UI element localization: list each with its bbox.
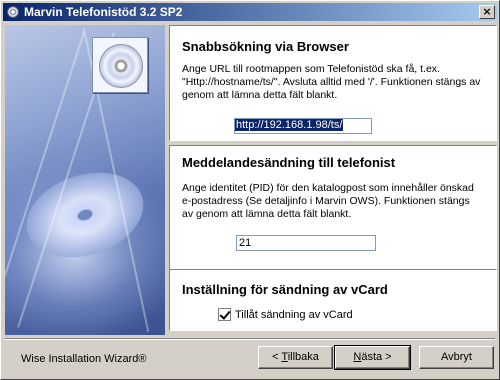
window-title: Marvin Telefonistöd 3.2 SP2 [24,5,183,19]
vcard-checkbox-row[interactable]: Tillåt sändning av vCard [218,308,353,321]
vcard-section: Inställning för sändning av vCard Tillåt… [169,269,497,331]
installer-window: Marvin Telefonistöd 3.2 SP2 × Snabbsökni… [0,0,500,380]
url-input[interactable]: http://192.168.1.98/ts/ [234,118,372,134]
vcard-checkbox-label[interactable]: Tillåt sändning av vCard [235,309,353,321]
url-input-value: http://192.168.1.98/ts/ [235,119,344,131]
vcard-checkbox[interactable] [218,308,231,321]
wizard-side-graphic [5,25,165,335]
settings-panels: Snabbsökning via Browser Ange URL till r… [169,25,497,333]
message-sending-section: Meddelandesändning till telefonist Ange … [169,145,497,283]
cd-box-icon [92,37,148,93]
message-sending-description: Ange identitet (PID) för den katalogpost… [182,182,474,220]
footer-separator [5,338,495,340]
back-button[interactable]: < Tillbaka [258,346,333,369]
cancel-button[interactable]: Avbryt [419,346,494,369]
browser-search-heading: Snabbsökning via Browser [182,39,349,54]
title-bar: Marvin Telefonistöd 3.2 SP2 × [3,3,497,21]
browser-search-description: Ange URL till rootmappen som Telefonistö… [182,63,481,101]
wizard-brand: Wise Installation Wizard® [21,353,147,365]
vcard-heading: Inställning för sändning av vCard [182,282,388,297]
browser-search-section: Snabbsökning via Browser Ange URL till r… [169,25,497,141]
close-button[interactable]: × [479,5,495,19]
pid-input[interactable]: 21 [236,235,376,251]
next-button[interactable]: Nästa > [334,345,411,370]
cd-icon [5,4,21,20]
message-sending-heading: Meddelandesändning till telefonist [182,155,396,170]
